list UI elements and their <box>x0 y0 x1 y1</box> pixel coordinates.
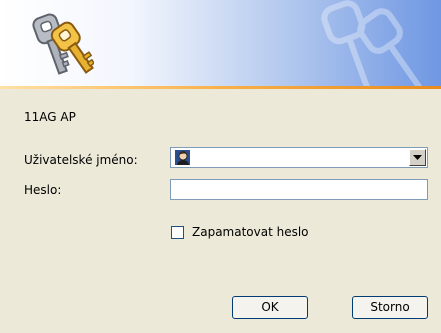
header-banner <box>0 0 441 86</box>
password-input[interactable] <box>170 179 428 200</box>
username-label: Uživatelské jméno: <box>24 153 138 167</box>
username-dropdown-button[interactable] <box>409 149 426 166</box>
username-combobox[interactable] <box>170 147 428 168</box>
remember-password-checkbox[interactable] <box>171 226 184 239</box>
cancel-button[interactable]: Storno <box>352 296 428 319</box>
chevron-down-icon <box>413 155 422 160</box>
keys-icon <box>32 13 94 75</box>
password-label: Heslo: <box>24 183 62 197</box>
ok-button[interactable]: OK <box>232 296 308 319</box>
username-input[interactable] <box>195 149 403 166</box>
login-dialog: 11AG AP Uživatelské jméno: Heslo: Zapama… <box>0 0 441 333</box>
user-icon <box>175 150 190 165</box>
keys-watermark-icon <box>321 0 425 86</box>
server-name: 11AG AP <box>24 110 76 124</box>
header-accent-line <box>0 86 441 89</box>
remember-password-label[interactable]: Zapamatovat heslo <box>192 225 309 239</box>
